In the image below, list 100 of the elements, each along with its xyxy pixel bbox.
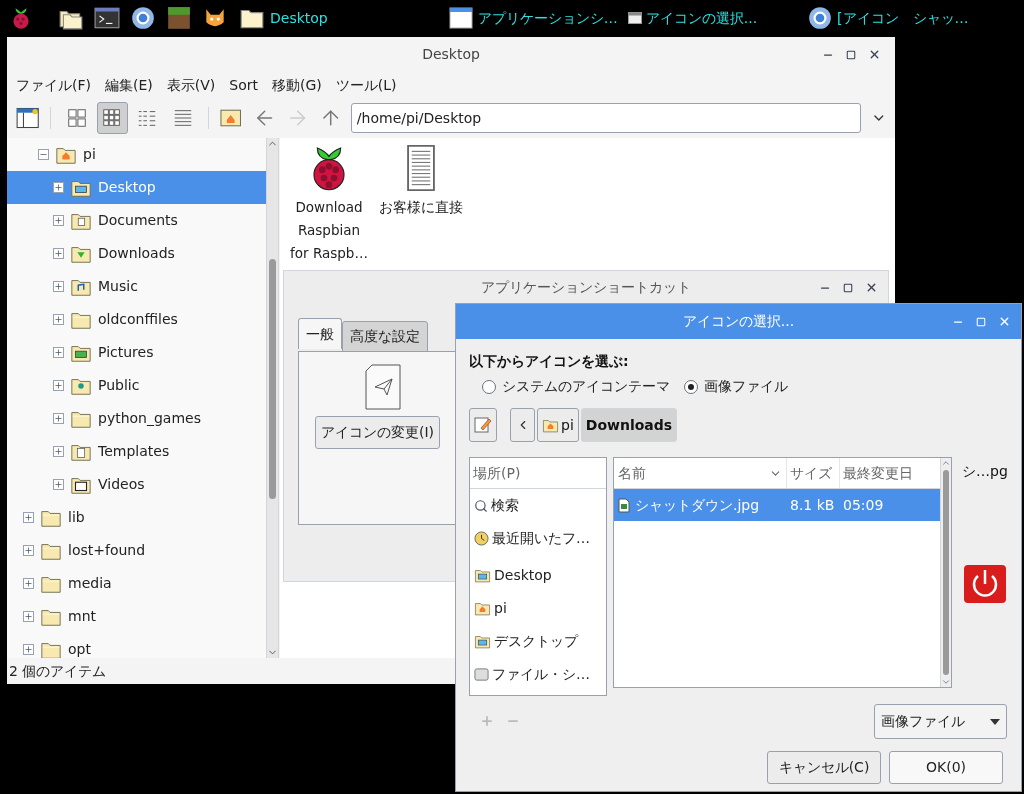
view-mode-button[interactable] xyxy=(96,102,128,134)
taskbar-task[interactable]: アプリケーションシ… xyxy=(447,6,618,30)
tab[interactable]: 一般 xyxy=(298,318,342,349)
expand-icon[interactable] xyxy=(53,413,64,424)
window-title: アプリケーションショートカット xyxy=(481,278,691,297)
place-item[interactable]: Desktop xyxy=(470,559,606,592)
radio-icon[interactable] xyxy=(684,379,698,394)
window-icon xyxy=(627,12,642,24)
place-item[interactable]: ファイル・シ… xyxy=(470,658,606,691)
tree-item[interactable]: Pictures xyxy=(7,336,266,369)
edit-path-button[interactable] xyxy=(469,408,497,442)
menu-item[interactable]: Sort xyxy=(229,74,258,96)
expand-icon[interactable] xyxy=(53,380,64,391)
taskbar-task[interactable]: Desktop xyxy=(238,5,328,31)
tree-item[interactable]: pi xyxy=(7,138,266,171)
radio-option[interactable]: 画像ファイル xyxy=(684,376,788,397)
tree-item[interactable]: lib xyxy=(7,501,266,534)
paper-plane-icon xyxy=(365,364,401,410)
place-item[interactable]: 最近開いたフ… xyxy=(470,522,606,555)
tree-item[interactable]: Templates xyxy=(7,435,266,468)
file-type-dropdown[interactable]: 画像ファイル xyxy=(874,704,1007,739)
grass-block-icon[interactable] xyxy=(166,5,192,31)
expand-icon[interactable] xyxy=(53,446,64,457)
path-field[interactable]: /home/pi/Desktop xyxy=(350,103,862,133)
expand-icon[interactable] xyxy=(23,578,34,589)
expand-icon[interactable] xyxy=(23,644,34,655)
maximize-icon[interactable] xyxy=(846,49,856,60)
image-file-icon xyxy=(618,497,630,513)
expand-icon[interactable] xyxy=(53,314,64,325)
tree-item[interactable]: media xyxy=(7,567,266,600)
taskbar-task[interactable]: [アイコン シャッ… xyxy=(807,5,969,31)
menu-item[interactable]: ファイル(F) xyxy=(16,74,91,96)
status-text: 2 個のアイテム xyxy=(9,661,107,681)
clock-icon xyxy=(474,531,489,546)
scroll-up-icon[interactable] xyxy=(941,458,951,468)
window-title: Desktop xyxy=(422,45,480,64)
expand-icon[interactable] xyxy=(23,512,34,523)
home-folder-icon xyxy=(474,600,491,617)
path-segment-button[interactable]: Downloads xyxy=(580,408,678,442)
file-item[interactable]: Download Raspbian for Raspb… xyxy=(286,144,372,265)
tree-item[interactable]: Downloads xyxy=(7,237,266,270)
place-item[interactable]: pi xyxy=(470,592,606,625)
expand-icon[interactable] xyxy=(53,215,64,226)
radio-option[interactable]: システムのアイコンテーマ xyxy=(482,376,670,397)
place-item[interactable]: デスクトップ xyxy=(470,625,606,658)
collapse-icon[interactable] xyxy=(38,149,49,160)
preview-filename: シ…pg xyxy=(962,462,1008,481)
tree-item[interactable]: python_games xyxy=(7,402,266,435)
folder-icon xyxy=(474,633,491,650)
tree-item[interactable]: Documents xyxy=(7,204,266,237)
expand-icon[interactable] xyxy=(23,545,34,556)
menu-item[interactable]: 移動(G) xyxy=(272,74,322,96)
window-icon xyxy=(447,6,474,30)
tree-item[interactable]: lost+found xyxy=(7,534,266,567)
tree-item[interactable]: Music xyxy=(7,270,266,303)
scrollbar[interactable] xyxy=(940,458,951,687)
maximize-icon[interactable] xyxy=(843,282,853,293)
back-button[interactable] xyxy=(510,408,535,442)
column-header[interactable]: 最終変更日 xyxy=(840,458,940,488)
change-icon-button[interactable]: アイコンの変更(I) xyxy=(315,416,441,449)
ok-button[interactable]: OK(0) xyxy=(889,751,1003,784)
expand-icon[interactable] xyxy=(53,248,64,259)
radio-icon[interactable] xyxy=(482,379,496,394)
tree-item[interactable]: Public xyxy=(7,369,266,402)
window-title: アイコンの選択... xyxy=(682,312,795,331)
tree-item[interactable]: mnt xyxy=(7,600,266,633)
close-icon[interactable] xyxy=(868,48,881,61)
file-item[interactable]: お客様に直接 xyxy=(378,144,464,219)
expand-icon[interactable] xyxy=(53,182,64,193)
close-icon[interactable] xyxy=(865,281,878,294)
expand-icon[interactable] xyxy=(53,281,64,292)
taskbar-task[interactable]: アイコンの選択... xyxy=(627,7,758,29)
sidebar-toggle-icon[interactable] xyxy=(15,105,41,131)
menu-item[interactable]: 編集(E) xyxy=(105,74,153,96)
cancel-button[interactable]: キャンセル(C) xyxy=(767,751,881,784)
caret-icon xyxy=(990,718,1000,725)
folder-icon xyxy=(474,567,491,584)
column-header[interactable]: サイズ xyxy=(787,458,840,488)
expand-icon[interactable] xyxy=(53,479,64,490)
expand-icon[interactable] xyxy=(53,347,64,358)
tree-item[interactable]: Videos xyxy=(7,468,266,501)
scroll-down-icon[interactable] xyxy=(941,677,951,687)
browser-icon[interactable] xyxy=(130,5,156,31)
tab[interactable]: 高度な設定 xyxy=(342,321,428,352)
expand-icon[interactable] xyxy=(23,611,34,622)
menu-item[interactable]: ツール(L) xyxy=(335,74,397,96)
section-heading: 以下からアイコンを選ぶ: xyxy=(469,352,630,371)
tree-item[interactable]: opt xyxy=(7,633,266,658)
menu-item[interactable]: 表示(V) xyxy=(166,74,216,96)
browser-icon xyxy=(807,5,834,31)
tree-item[interactable]: oldconffiles xyxy=(7,303,266,336)
scrollbar[interactable] xyxy=(266,138,279,658)
place-item[interactable]: 検索 xyxy=(470,489,606,522)
path-segment-button[interactable]: pi xyxy=(537,408,579,442)
column-header[interactable]: 名前 xyxy=(614,458,787,488)
column-header[interactable]: 場所(P) xyxy=(470,458,606,489)
pencil-note-icon xyxy=(474,416,492,434)
search-icon xyxy=(474,498,488,513)
terminal-icon[interactable] xyxy=(94,5,120,31)
home-icon[interactable] xyxy=(219,107,243,129)
